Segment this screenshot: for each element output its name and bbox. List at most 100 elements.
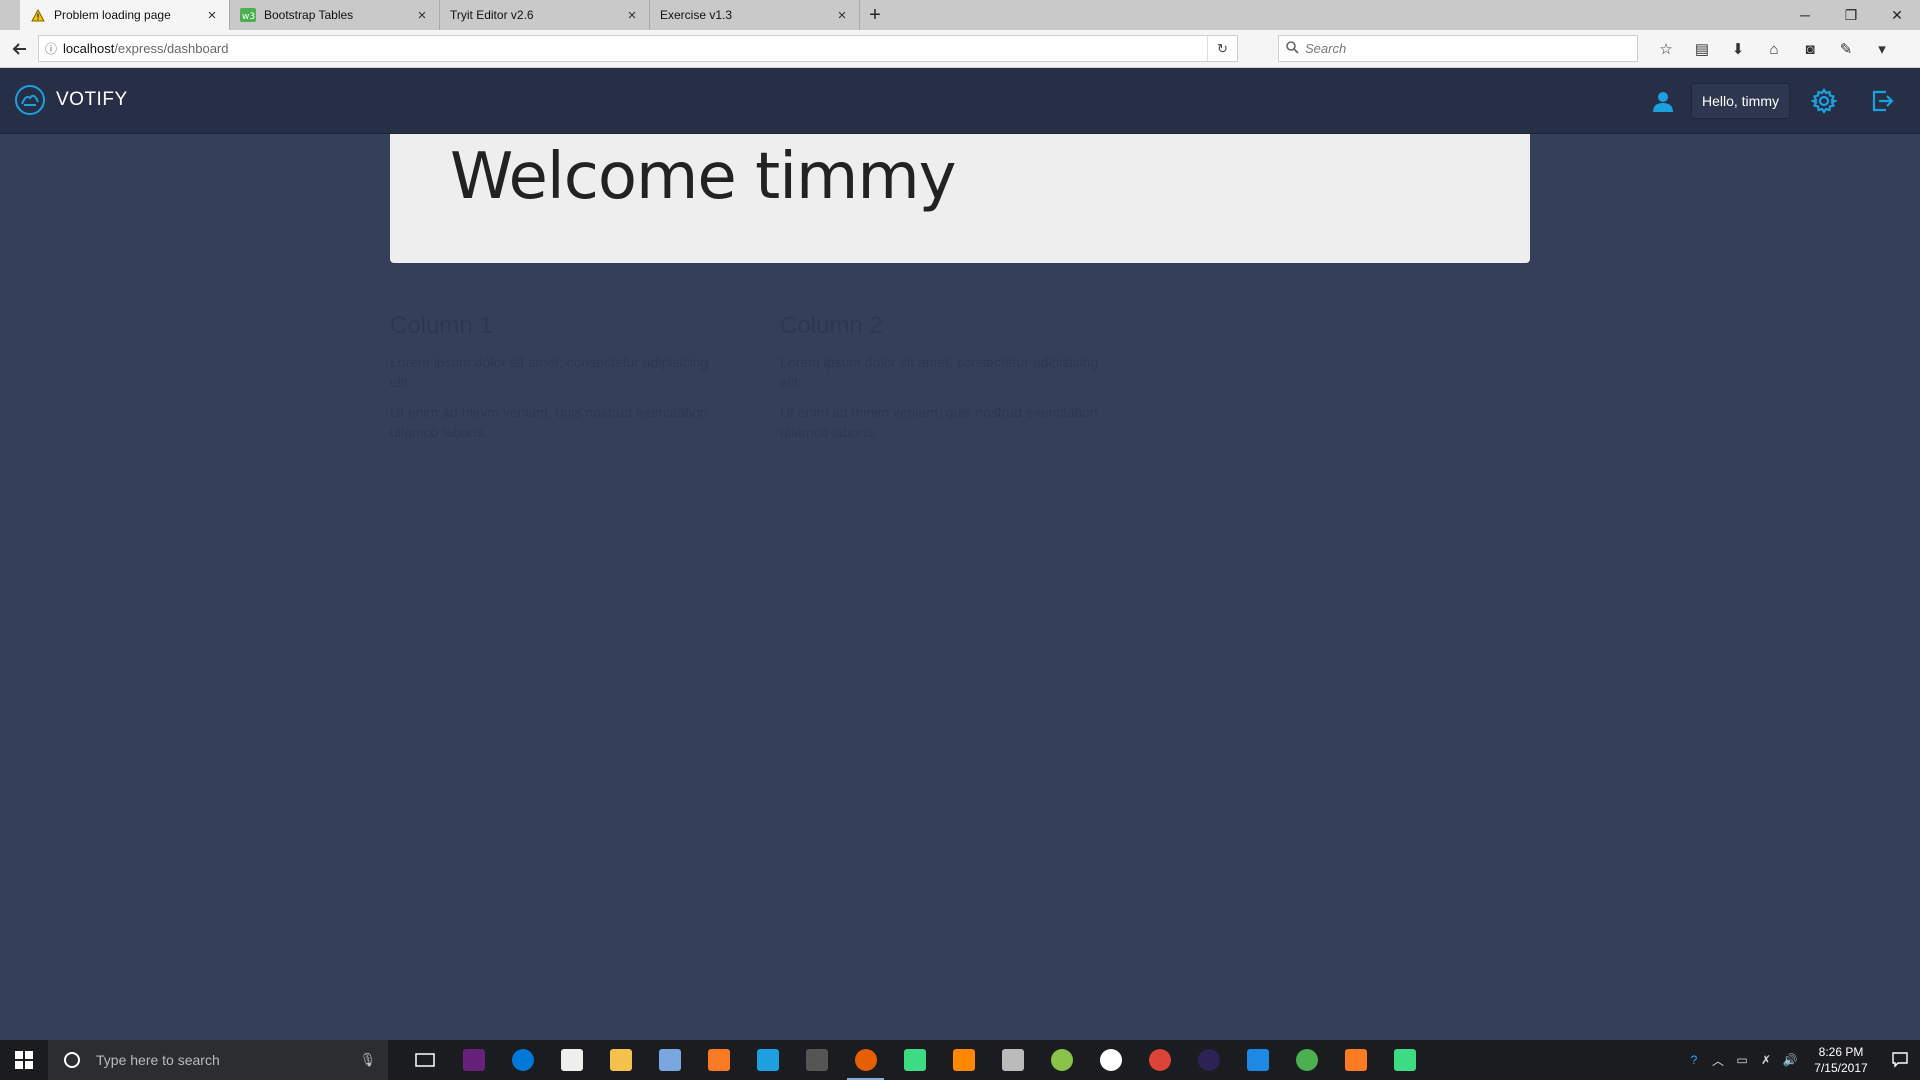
column-paragraph: Ut enim ad minim veniam, quis nostrud ex… <box>390 404 708 440</box>
network-icon[interactable]: ✗ <box>1754 1040 1778 1080</box>
overflow-chevron-icon[interactable]: ▾ <box>1864 35 1900 63</box>
home-icon[interactable]: ⌂ <box>1756 35 1792 63</box>
close-icon[interactable]: × <box>835 7 849 24</box>
user-icon[interactable] <box>1643 81 1683 121</box>
warning-icon <box>30 7 46 23</box>
microphone-icon[interactable]: 🎙 <box>359 1052 376 1068</box>
android-studio-icon[interactable] <box>1282 1040 1331 1080</box>
eclipse-icon[interactable] <box>1184 1040 1233 1080</box>
tab-label: Problem loading page <box>54 8 171 22</box>
taskbar-apps <box>400 1040 1429 1080</box>
browser-search-input[interactable]: Search <box>1278 35 1638 62</box>
terminal-icon[interactable] <box>792 1040 841 1080</box>
svg-text:w3: w3 <box>242 12 255 22</box>
download-icon[interactable]: ⬇ <box>1720 35 1756 63</box>
leaf-app-icon[interactable] <box>1037 1040 1086 1080</box>
minimize-button[interactable]: ─ <box>1782 0 1828 30</box>
taskbar-search-placeholder: Type here to search <box>96 1052 220 1068</box>
visual-studio-icon[interactable] <box>449 1040 498 1080</box>
target-app-icon[interactable] <box>1086 1040 1135 1080</box>
vlc-icon[interactable] <box>939 1040 988 1080</box>
help-icon[interactable]: ? <box>1682 1040 1706 1080</box>
browser-tools: ☆ ▤ ⬇ ⌂ ◙ ✎ ▾ ☰ <box>1648 35 1920 63</box>
firefox-icon[interactable] <box>841 1040 890 1080</box>
back-arrow-icon <box>12 42 26 55</box>
cortana-icon <box>48 1051 96 1069</box>
gear-icon[interactable] <box>1804 81 1844 121</box>
browser-toolbar: ⓘ localhost/express/dashboard ↻ Search ☆… <box>0 30 1920 68</box>
welcome-jumbotron: Welcome timmy <box>390 134 1530 263</box>
w3-icon: w3 <box>240 7 256 23</box>
search-placeholder: Search <box>1305 41 1347 56</box>
greeting-text: Hello, timmy <box>1701 93 1779 109</box>
xampp-control-icon[interactable] <box>1331 1040 1380 1080</box>
logout-icon[interactable] <box>1862 81 1902 121</box>
taskbar-search-input[interactable]: Type here to search 🎙 <box>48 1040 388 1080</box>
column-paragraph: Lorem ipsum dolor sit amet, consectetur … <box>780 354 1099 390</box>
taskbar: Type here to search 🎙 ? ︿ ▭ ✗ 🔊 8:26 PM <box>0 1040 1920 1080</box>
window-controls: ─ ❐ ✕ <box>1782 0 1920 30</box>
votify-logo-icon <box>15 85 45 115</box>
tab-label: Tryit Editor v2.6 <box>450 8 534 22</box>
clock[interactable]: 8:26 PM 7/15/2017 <box>1802 1044 1880 1076</box>
greeting-button[interactable]: Hello, timmy <box>1690 83 1790 119</box>
chrome-icon[interactable] <box>1135 1040 1184 1080</box>
store-icon[interactable] <box>547 1040 596 1080</box>
column-2: Column 2 Lorem ipsum dolor sit amet, con… <box>780 312 1120 452</box>
windows-logo-icon <box>15 1051 33 1069</box>
reload-icon[interactable]: ↻ <box>1207 36 1237 61</box>
recycle-bin-icon[interactable] <box>1233 1040 1282 1080</box>
column-paragraph: Ut enim ad minim veniam, quis nostrud ex… <box>780 404 1098 440</box>
pocket-icon[interactable]: ◙ <box>1792 35 1828 63</box>
tab-exercise[interactable]: Exercise v1.3 × <box>650 0 860 30</box>
close-icon[interactable]: × <box>415 7 429 24</box>
clock-time: 8:26 PM <box>1818 1045 1864 1059</box>
chevron-up-icon[interactable]: ︿ <box>1706 1040 1730 1080</box>
restore-button[interactable]: ❐ <box>1828 0 1874 30</box>
close-icon[interactable]: × <box>205 7 219 24</box>
back-button[interactable] <box>6 35 34 63</box>
close-window-button[interactable]: ✕ <box>1874 0 1920 30</box>
xampp-icon[interactable] <box>694 1040 743 1080</box>
url-path: /express/dashboard <box>114 41 229 56</box>
android-icon[interactable] <box>1380 1040 1429 1080</box>
task-view-icon[interactable] <box>400 1040 449 1080</box>
close-icon[interactable]: × <box>625 7 639 24</box>
nav-right: Hello, timmy <box>1643 68 1920 134</box>
tab-tryit-editor[interactable]: Tryit Editor v2.6 × <box>440 0 650 30</box>
menu-icon[interactable]: ☰ <box>1914 35 1920 63</box>
app-navbar: VOTIFY Hello, timmy <box>0 68 1920 134</box>
battery-icon[interactable]: ▭ <box>1730 1040 1754 1080</box>
brand-name: VOTIFY <box>56 89 128 110</box>
info-icon[interactable]: ⓘ <box>39 40 63 57</box>
network-app-icon[interactable] <box>988 1040 1037 1080</box>
clock-date: 7/15/2017 <box>1814 1061 1868 1075</box>
page-title: Welcome timmy <box>450 140 957 214</box>
tab-label: Exercise v1.3 <box>660 8 733 22</box>
brand[interactable]: VOTIFY <box>14 84 128 116</box>
column-heading: Column 2 <box>780 312 883 339</box>
new-tab-button[interactable]: + <box>860 0 890 30</box>
tab-label: Bootstrap Tables <box>264 8 354 22</box>
virtualbox-icon[interactable] <box>645 1040 694 1080</box>
reading-list-icon[interactable]: ▤ <box>1684 35 1720 63</box>
search-icon <box>1279 40 1305 57</box>
volume-icon[interactable]: 🔊 <box>1778 1040 1802 1080</box>
file-explorer-icon[interactable] <box>596 1040 645 1080</box>
tab-problem-loading[interactable]: Problem loading page × <box>20 0 230 30</box>
notepad-icon[interactable] <box>743 1040 792 1080</box>
edge-icon[interactable] <box>498 1040 547 1080</box>
column-1: Column 1 Lorem ipsum dolor sit amet, con… <box>390 312 730 452</box>
system-tray: ? ︿ ▭ ✗ 🔊 8:26 PM 7/15/2017 <box>1682 1040 1920 1080</box>
url-bar[interactable]: ⓘ localhost/express/dashboard ↻ <box>38 35 1238 62</box>
tab-bootstrap-tables[interactable]: w3 Bootstrap Tables × <box>230 0 440 30</box>
browser-tabstrip: Problem loading page × w3 Bootstrap Tabl… <box>0 0 1920 30</box>
url-host: localhost <box>63 41 115 56</box>
android-sdk-icon[interactable] <box>890 1040 939 1080</box>
column-heading: Column 1 <box>390 312 493 339</box>
bookmark-star-icon[interactable]: ☆ <box>1648 35 1684 63</box>
notification-icon[interactable] <box>1880 1040 1920 1080</box>
start-button[interactable] <box>0 1040 48 1080</box>
tabstrip-spacer <box>0 0 20 30</box>
extension-icon[interactable]: ✎ <box>1828 35 1864 63</box>
